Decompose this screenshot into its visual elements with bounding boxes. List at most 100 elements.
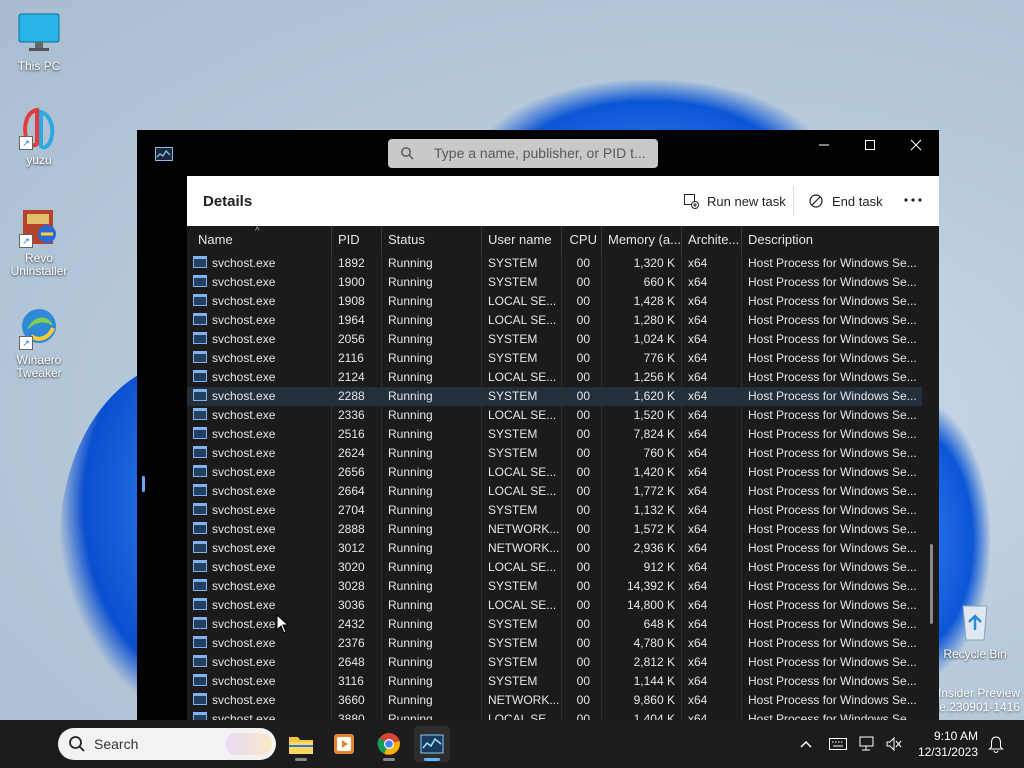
table-row[interactable]: svchost.exe 2624 Running SYSTEM 00 760 K x64 Ho… xyxy=(187,444,922,463)
process-window-icon xyxy=(193,617,207,629)
media-player-icon xyxy=(334,734,354,754)
network-icon[interactable] xyxy=(858,734,878,754)
taskbar-app-media-player[interactable] xyxy=(326,726,362,762)
table-row[interactable]: svchost.exe 2336 Running LOCAL SE... 00 1,520… xyxy=(187,406,922,425)
table-row[interactable]: svchost.exe 2648 Running SYSTEM 00 2,812 K x64… xyxy=(187,653,922,672)
cell-memory-text: 7,824 K xyxy=(633,427,675,441)
desktop-icon-yuzu[interactable]: ↗ yuzu xyxy=(4,106,74,167)
column-header-pid[interactable]: PID xyxy=(332,226,382,254)
cell-description: Host Process for Windows Se... xyxy=(742,672,922,691)
table-row[interactable]: svchost.exe 3036 Running LOCAL SE... 00 14,80… xyxy=(187,596,922,615)
cell-cpu: 00 xyxy=(562,330,602,349)
table-row[interactable]: svchost.exe 3880 Running LOCAL SE... 00 1,404… xyxy=(187,710,922,720)
cell-architecture: x64 xyxy=(682,634,742,653)
vertical-scrollbar[interactable] xyxy=(925,254,939,720)
cell-name: svchost.exe xyxy=(187,482,332,501)
cell-pid-text: 2288 xyxy=(338,389,365,403)
column-header-status[interactable]: Status xyxy=(382,226,482,254)
run-new-task-button[interactable]: Run new task xyxy=(683,189,786,213)
cell-name-text: svchost.exe xyxy=(212,655,276,669)
column-header-label: Status xyxy=(388,232,425,247)
show-hidden-icons-chevron-up-icon[interactable] xyxy=(796,734,816,754)
cell-cpu-text: 00 xyxy=(576,332,590,346)
cell-cpu-text: 00 xyxy=(576,465,590,479)
table-row[interactable]: svchost.exe 1900 Running SYSTEM 00 660 K x64 Ho… xyxy=(187,273,922,292)
table-row[interactable]: svchost.exe 3660 Running NETWORK... 00 9,860 … xyxy=(187,691,922,710)
desktop-icon-this-pc[interactable]: This PC xyxy=(4,12,74,73)
cell-description-text: Host Process for Windows Se... xyxy=(748,674,917,688)
cell-architecture: x64 xyxy=(682,330,742,349)
cell-cpu-text: 00 xyxy=(576,522,590,536)
cell-architecture-text: x64 xyxy=(688,560,708,574)
desktop-icon-winaero-tweaker[interactable]: ↗ Winaero Tweaker xyxy=(4,306,74,380)
cell-pid: 1908 xyxy=(332,292,382,311)
table-row[interactable]: svchost.exe 1892 Running SYSTEM 00 1,320 K x64… xyxy=(187,254,922,273)
cell-pid: 2664 xyxy=(332,482,382,501)
table-row[interactable]: svchost.exe 2888 Running NETWORK... 00 1,572 … xyxy=(187,520,922,539)
table-row[interactable]: svchost.exe 2124 Running LOCAL SE... 00 1,256… xyxy=(187,368,922,387)
taskbar-app-task-manager[interactable] xyxy=(414,726,450,762)
cell-description: Host Process for Windows Se... xyxy=(742,482,922,501)
cell-cpu-text: 00 xyxy=(576,503,590,517)
notifications-bell-icon[interactable] xyxy=(986,734,1006,754)
column-header-label: PID xyxy=(338,232,360,247)
cell-user-name-text: SYSTEM xyxy=(488,655,538,669)
navigation-pane[interactable] xyxy=(137,176,187,720)
desktop-icon-label: yuzu xyxy=(26,153,52,167)
column-header-cpu[interactable]: CPU xyxy=(562,226,602,254)
table-row[interactable]: svchost.exe 3116 Running SYSTEM 00 1,144 K x64… xyxy=(187,672,922,691)
column-header-user-name[interactable]: User name xyxy=(482,226,562,254)
process-window-icon xyxy=(193,693,207,705)
cell-architecture: x64 xyxy=(682,406,742,425)
volume-muted-icon[interactable] xyxy=(884,734,904,754)
table-row[interactable]: svchost.exe 3012 Running NETWORK... 00 2,936 … xyxy=(187,539,922,558)
search-input[interactable]: Type a name, publisher, or PID t... xyxy=(388,139,658,168)
table-row[interactable]: svchost.exe 2704 Running SYSTEM 00 1,132 K x64… xyxy=(187,501,922,520)
keyboard-icon[interactable] xyxy=(828,734,848,754)
table-row[interactable]: svchost.exe 1908 Running LOCAL SE... 00 1,428… xyxy=(187,292,922,311)
shortcut-arrow-icon: ↗ xyxy=(19,136,33,150)
table-row[interactable]: svchost.exe 2288 Running SYSTEM 00 1,620 K x64… xyxy=(187,387,922,406)
taskbar-app-chrome[interactable] xyxy=(371,726,407,762)
taskbar-app-file-explorer[interactable] xyxy=(283,726,319,762)
taskbar-search-box[interactable]: Search xyxy=(58,728,276,760)
table-row[interactable]: svchost.exe 2664 Running LOCAL SE... 00 1,772… xyxy=(187,482,922,501)
more-options-button[interactable] xyxy=(901,188,925,212)
scrollbar-thumb[interactable] xyxy=(930,544,933,624)
run-task-icon xyxy=(684,194,699,209)
minimize-button[interactable] xyxy=(801,130,847,160)
maximize-button[interactable] xyxy=(847,130,893,160)
table-row[interactable]: svchost.exe 2432 Running SYSTEM 00 648 K x64 Ho… xyxy=(187,615,922,634)
cell-description: Host Process for Windows Se... xyxy=(742,653,922,672)
table-row[interactable]: svchost.exe 2056 Running SYSTEM 00 1,024 K x64… xyxy=(187,330,922,349)
end-task-button[interactable]: End task xyxy=(808,189,883,213)
table-row[interactable]: svchost.exe 3028 Running SYSTEM 00 14,392 K x6… xyxy=(187,577,922,596)
cell-user-name-text: LOCAL SE... xyxy=(488,370,557,384)
column-header-memory[interactable]: Memory (a... xyxy=(602,226,682,254)
cell-pid: 2516 xyxy=(332,425,382,444)
cell-name-text: svchost.exe xyxy=(212,313,276,327)
table-row[interactable]: svchost.exe 1964 Running LOCAL SE... 00 1,280… xyxy=(187,311,922,330)
cell-description-text: Host Process for Windows Se... xyxy=(748,313,917,327)
recycle-bin-icon xyxy=(953,600,997,644)
desktop-icon-recycle-bin[interactable]: Recycle Bin xyxy=(940,600,1010,661)
cell-status: Running xyxy=(382,330,482,349)
column-header-description[interactable]: Description xyxy=(742,226,922,254)
process-window-icon xyxy=(193,427,207,439)
column-header-architecture[interactable]: Archite... xyxy=(682,226,742,254)
title-bar[interactable]: Type a name, publisher, or PID t... xyxy=(137,130,939,176)
table-row[interactable]: svchost.exe 2116 Running SYSTEM 00 776 K x64 Ho… xyxy=(187,349,922,368)
table-row[interactable]: svchost.exe 2376 Running SYSTEM 00 4,780 K x64… xyxy=(187,634,922,653)
column-header-name[interactable]: Name ^ xyxy=(187,226,332,254)
cell-name: svchost.exe xyxy=(187,672,332,691)
close-button[interactable] xyxy=(893,130,939,160)
table-row[interactable]: svchost.exe 2516 Running SYSTEM 00 7,824 K x64… xyxy=(187,425,922,444)
desktop-icon-revo-uninstaller[interactable]: ↗ Revo Uninstaller xyxy=(4,204,74,278)
table-row[interactable]: svchost.exe 2656 Running LOCAL SE... 00 1,420… xyxy=(187,463,922,482)
yuzu-icon: ↗ xyxy=(17,106,61,150)
table-row[interactable]: svchost.exe 3020 Running LOCAL SE... 00 912 K… xyxy=(187,558,922,577)
cell-description-text: Host Process for Windows Se... xyxy=(748,636,917,650)
system-clock[interactable]: 9:10 AM 12/31/2023 xyxy=(912,728,978,760)
cell-user-name: LOCAL SE... xyxy=(482,558,562,577)
cell-pid-text: 3012 xyxy=(338,541,365,555)
